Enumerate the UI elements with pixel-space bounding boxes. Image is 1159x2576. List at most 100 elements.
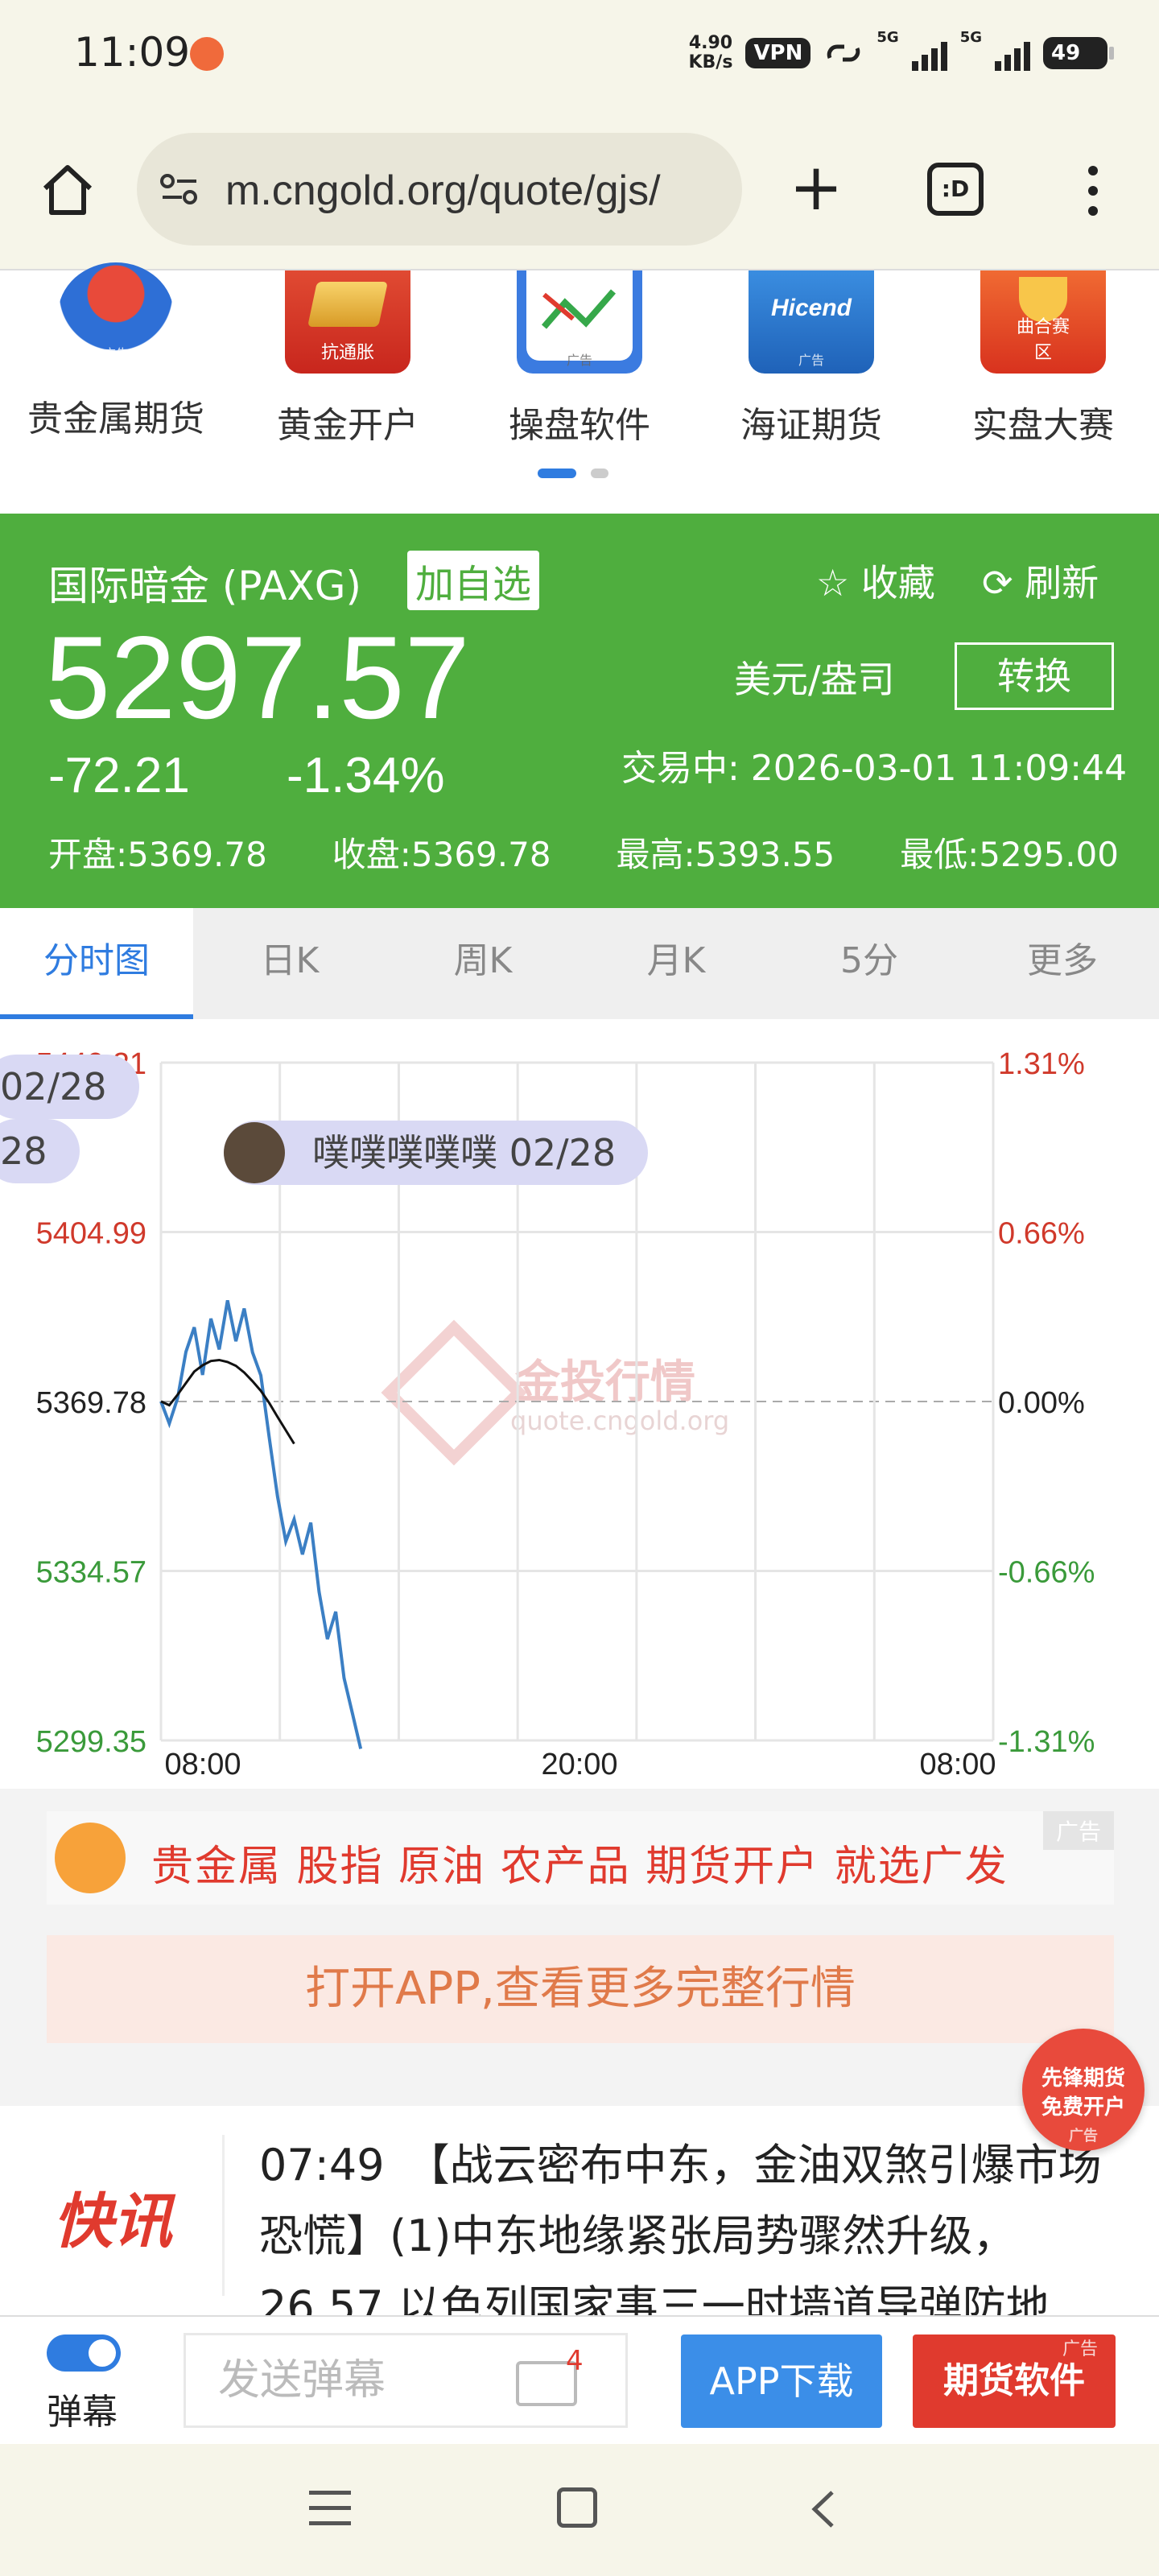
carousel-dot-active[interactable] — [538, 469, 576, 478]
danmaku-text: 噗噗噗噗噗 02/28 — [312, 1131, 617, 1174]
refresh-icon: ⟳ — [982, 561, 1013, 605]
open-app-button[interactable]: 打开APP,查看更多完整行情 — [47, 1935, 1114, 2043]
sim2-label: 5G — [959, 29, 982, 46]
chart-line-icon — [541, 289, 617, 329]
danmaku-toggle-label: 弹幕 — [47, 2392, 118, 2433]
star-icon: ☆ — [816, 561, 850, 605]
back-icon[interactable] — [808, 2489, 837, 2529]
danmaku-toggle[interactable] — [47, 2334, 121, 2372]
tabs-switcher-button[interactable]: :D — [927, 163, 984, 216]
site-settings-icon[interactable] — [159, 171, 200, 207]
ad-banner[interactable]: 贵金属 股指 原油 农产品 期货开户 就选广发 广告 — [47, 1811, 1114, 1905]
y-axis-tick-label: 5369.78 — [36, 1386, 146, 1420]
quick-link-trading-software[interactable]: 广告 操盘软件 — [467, 270, 692, 448]
current-price: 5297.57 — [45, 612, 470, 743]
floating-ad-line2: 免费开户 — [1041, 2095, 1125, 2120]
tab-more[interactable]: 更多 — [966, 908, 1159, 1019]
convert-button[interactable]: 转换 — [955, 642, 1114, 710]
ad-label: 广告 — [566, 353, 593, 368]
battery-level: 49 — [1051, 41, 1081, 65]
trading-chart-icon: 广告 — [517, 270, 642, 374]
price-change: -72.21 — [48, 748, 190, 803]
tab-intraday[interactable]: 分时图 — [0, 908, 193, 1019]
more-menu-icon[interactable] — [1079, 161, 1107, 222]
quick-link-label: 海证期货 — [740, 405, 882, 446]
y-axis-pct-tick-label: 1.31% — [998, 1047, 1085, 1081]
trading-status: 交易中: 2026-03-01 11:09:44 — [621, 748, 1128, 789]
danmaku-bar: 弹幕 4 APP下载 期货软件 广告 — [0, 2315, 1159, 2444]
home-icon[interactable] — [39, 161, 97, 219]
quote-panel: 国际暗金 (PAXG) 加自选 ☆ 收藏 ⟳ 刷新 5297.57 美元/盎司 … — [0, 514, 1159, 908]
quick-link-precious-metal-futures[interactable]: 广告 贵金属期货 — [3, 262, 229, 441]
ad-tag: 广告 — [1062, 2339, 1099, 2359]
add-watchlist-button[interactable]: 加自选 — [407, 551, 540, 610]
vpn-badge: VPN — [745, 38, 811, 68]
quick-link-gold-account[interactable]: 抗通胀 黄金开户 — [235, 270, 460, 448]
y-axis-pct-tick-label: 0.66% — [998, 1217, 1085, 1251]
signal-icon — [995, 35, 1030, 71]
ad-tag: 广告 — [1069, 2128, 1098, 2145]
avatar — [224, 1122, 285, 1183]
favorite-label: 收藏 — [860, 561, 935, 605]
refresh-button[interactable]: ⟳ 刷新 — [982, 554, 1099, 607]
favorite-button[interactable]: ☆ 收藏 — [816, 554, 935, 607]
danmaku-bubble[interactable]: 噗噗噗噗噗 02/28 — [224, 1121, 649, 1185]
hicend-logo-icon: Hicend 广告 — [749, 270, 874, 374]
carousel-dot[interactable] — [591, 469, 608, 478]
ad-label: 曲合赛区 — [1016, 317, 1070, 363]
x-axis-tick-label: 20:00 — [541, 1748, 617, 1781]
floating-ad-button[interactable]: 先锋期货 免费开户 广告 — [1022, 2029, 1145, 2151]
close-price: 收盘:5369.78 — [332, 835, 551, 874]
ad-banner-text[interactable]: 贵金属 股指 原油 农产品 期货开户 就选广发 — [151, 1832, 1008, 1893]
status-time: 11:09 — [74, 29, 191, 76]
ad-tag: 广告 — [1042, 1811, 1114, 1850]
quick-link-label: 操盘软件 — [509, 405, 650, 446]
news-flash-logo: 快讯 — [53, 2187, 172, 2256]
price-unit: 美元/盎司 — [734, 658, 895, 701]
network-speed: 4.90 KB/s — [688, 34, 732, 72]
quick-links-row: 广告 贵金属期货 抗通胀 黄金开户 广告 操盘软件 Hicend 广告 海证期货… — [0, 262, 1159, 514]
new-tab-plus-icon[interactable]: + — [786, 155, 847, 221]
danmaku-input-box: 4 — [184, 2333, 628, 2428]
tab-monthly-k[interactable]: 月K — [580, 908, 773, 1019]
open-price: 开盘:5369.78 — [48, 835, 267, 874]
y-axis-pct-tick-label: -1.31% — [998, 1725, 1095, 1759]
address-bar[interactable]: m.cngold.org/quote/gjs/ — [137, 133, 742, 246]
network-speed-unit: KB/s — [688, 52, 733, 72]
news-text[interactable]: 07:49 【战云密布中东，金油双煞引爆市场恐慌】(1)中东地缘紧张局势骤然升级… — [259, 2130, 1112, 2315]
tab-5min[interactable]: 5分 — [773, 908, 966, 1019]
battery-icon: 49 — [1043, 37, 1114, 69]
divider — [222, 2135, 225, 2296]
tab-weekly-k[interactable]: 周K — [386, 908, 580, 1019]
floating-ad-line1: 先锋期货 — [1041, 2066, 1125, 2091]
trophy-icon: 曲合赛区 — [980, 270, 1106, 374]
browser-toolbar: m.cngold.org/quote/gjs/ + :D — [0, 113, 1159, 270]
intraday-chart[interactable]: 金投行情 quote.cngold.org 5440.215404.995369… — [0, 1019, 1159, 1789]
recent-apps-icon[interactable] — [309, 2491, 351, 2529]
home-nav-icon[interactable] — [557, 2487, 597, 2528]
x-axis-tick-label: 08:00 — [919, 1748, 996, 1781]
danmaku-input[interactable] — [218, 2340, 508, 2421]
price-series-line — [159, 1299, 363, 1749]
tab-daily-k[interactable]: 日K — [193, 908, 386, 1019]
quick-link-live-contest[interactable]: 曲合赛区 实盘大赛 — [930, 270, 1156, 448]
carousel-indicator — [538, 469, 608, 478]
url-text[interactable]: m.cngold.org/quote/gjs/ — [225, 167, 732, 215]
megaphone-icon — [55, 1823, 126, 1893]
sim1-label: 5G — [876, 29, 899, 46]
network-speed-value: 4.90 — [688, 33, 733, 53]
y-axis-tick-label: 5334.57 — [36, 1556, 146, 1590]
chart-tabs: 分时图 日K 周K 月K 5分 更多 — [0, 908, 1159, 1019]
news-flash[interactable]: 快讯 07:49 【战云密布中东，金油双煞引爆市场恐慌】(1)中东地缘紧张局势骤… — [0, 2106, 1159, 2315]
section-divider — [0, 2072, 1159, 2106]
mail-count-badge: 4 — [566, 2345, 584, 2377]
cngold-logo-icon: 广告 — [58, 262, 174, 367]
app-download-button[interactable]: APP下载 — [681, 2334, 882, 2428]
danmaku-bubble[interactable]: 28 — [0, 1119, 80, 1183]
danmaku-bubble[interactable]: 02/28 — [0, 1055, 139, 1119]
quick-link-hicend-futures[interactable]: Hicend 广告 海证期货 — [699, 270, 924, 448]
system-nav-bar — [0, 2444, 1159, 2576]
link-icon — [827, 44, 860, 62]
low-price: 最低:5295.00 — [900, 835, 1119, 874]
status-bar: 11:09 4.90 KB/s VPN 5G 5G 49 — [0, 0, 1159, 113]
